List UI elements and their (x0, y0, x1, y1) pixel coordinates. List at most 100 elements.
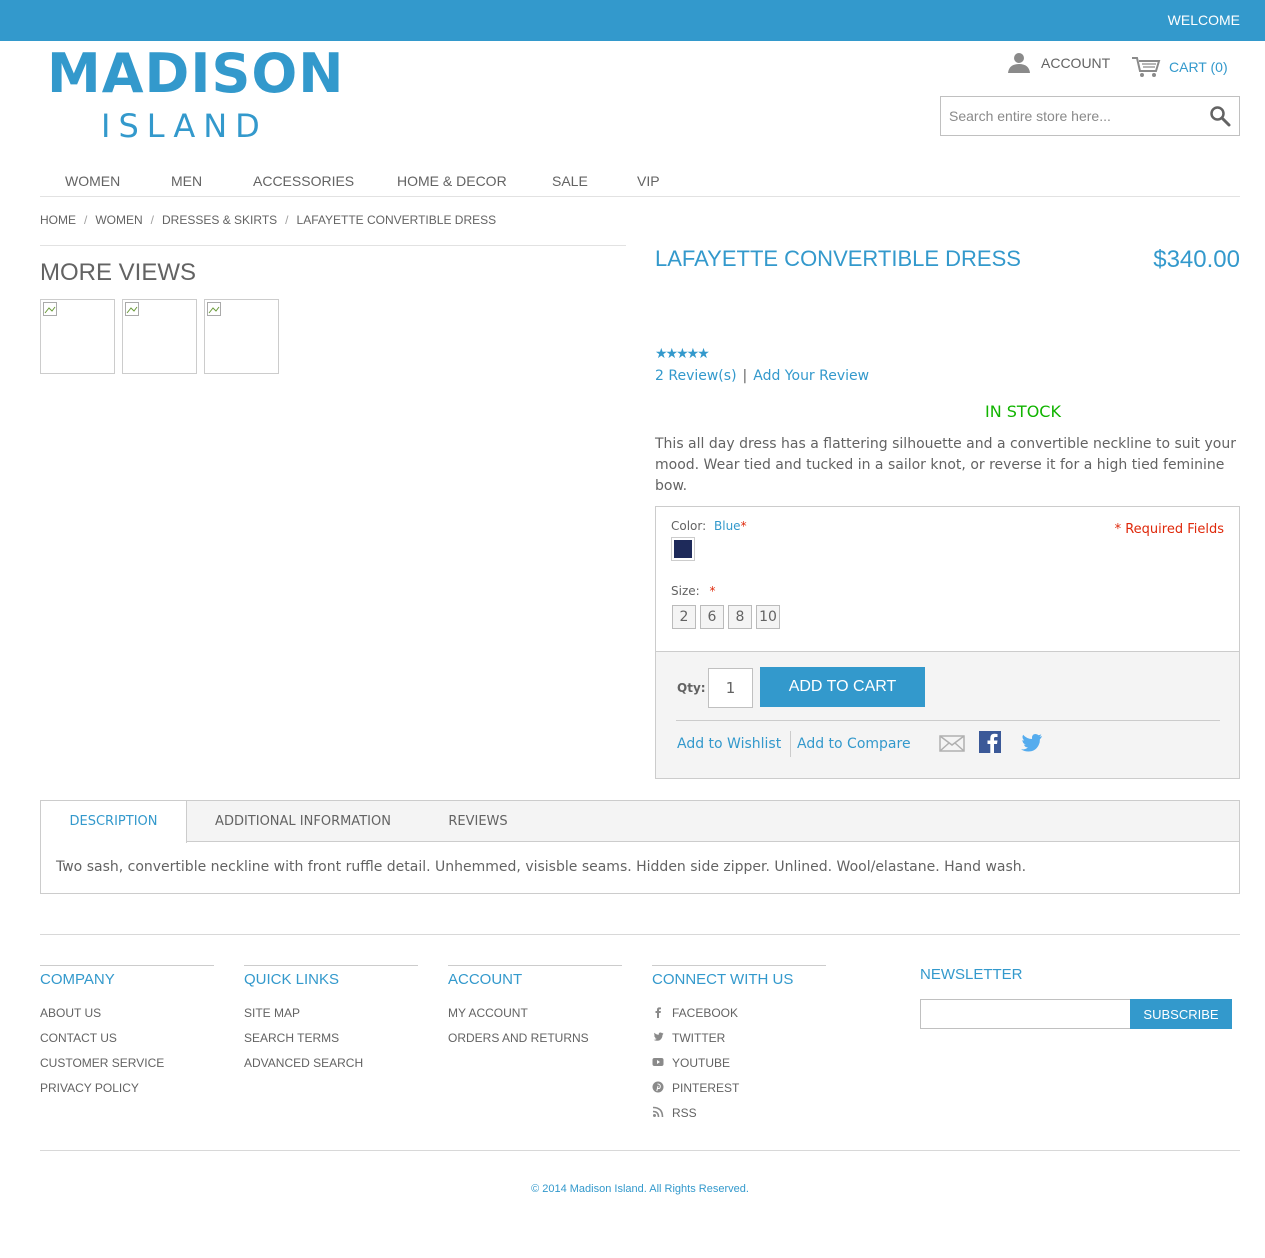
size-required-star: * (709, 584, 716, 598)
pinterest-icon (652, 1081, 664, 1093)
footer-company: COMPANY ABOUT US CONTACT US CUSTOMER SER… (40, 965, 214, 1101)
color-label: Color: (671, 519, 707, 533)
footer-quick-links-title: QUICK LINKS (244, 965, 418, 988)
footer-link-twitter[interactable]: TWITTER (652, 1026, 826, 1051)
size-option-8[interactable]: 8 (728, 605, 752, 629)
footer-link-facebook[interactable]: FACEBOOK (652, 1001, 826, 1026)
footer-link-site-map[interactable]: SITE MAP (244, 1001, 418, 1026)
add-to-cart-box: Qty: ADD TO CART Add to Wishlist Add to … (655, 651, 1240, 779)
newsletter-email-input[interactable] (920, 999, 1131, 1029)
breadcrumb-dresses-skirts[interactable]: DRESSES & SKIRTS (162, 213, 277, 227)
breadcrumb-women[interactable]: WOMEN (95, 213, 142, 227)
footer-pinterest-label: PINTEREST (672, 1081, 740, 1095)
thumbnail-1[interactable] (40, 299, 115, 374)
rss-icon (652, 1106, 664, 1118)
cart-link[interactable]: CART (0) (1131, 55, 1228, 79)
main-nav: WOMEN MEN ACCESSORIES HOME & DECOR SALE … (40, 162, 1240, 197)
thumbnail-3[interactable] (204, 299, 279, 374)
size-option-2[interactable]: 2 (672, 605, 696, 629)
reviews-count-link[interactable]: 2 Review(s) (655, 368, 737, 384)
breadcrumb: HOME / WOMEN / DRESSES & SKIRTS / LAFAYETTE CO… (40, 213, 497, 227)
footer-link-my-account[interactable]: MY ACCOUNT (448, 1001, 622, 1026)
reviews-separator: | (742, 368, 748, 384)
tab-reviews[interactable]: REVIEWS (419, 801, 537, 842)
rating-stars: ★★★★★ (655, 345, 710, 361)
footer-rss-label: RSS (672, 1106, 697, 1120)
top-bar: WELCOME (0, 0, 1265, 41)
size-option-10[interactable]: 10 (756, 605, 780, 629)
tab-additional-information[interactable]: ADDITIONAL INFORMATION (187, 801, 419, 842)
tab-bar: DESCRIPTION ADDITIONAL INFORMATION REVIE… (41, 801, 1239, 843)
thumbnail-2[interactable] (122, 299, 197, 374)
facebook-icon (655, 1007, 661, 1018)
search-icon[interactable] (1209, 105, 1231, 127)
nav-item-women[interactable]: WOMEN (65, 173, 120, 189)
site-logo[interactable]: MADISON ISLAND (47, 44, 343, 148)
reviews-links: 2 Review(s) | Add Your Review (655, 368, 869, 384)
add-to-compare-link[interactable]: Add to Compare (797, 736, 911, 752)
logo-sub-text: ISLAND (101, 107, 268, 145)
footer-link-about-us[interactable]: ABOUT US (40, 1001, 214, 1026)
footer-link-orders-returns[interactable]: ORDERS AND RETURNS (448, 1026, 622, 1051)
qty-input[interactable] (708, 668, 753, 708)
search-input[interactable] (941, 97, 1191, 135)
color-label-row: Color: Blue* (671, 519, 747, 533)
breadcrumb-home[interactable]: HOME (40, 213, 76, 227)
footer-link-search-terms[interactable]: SEARCH TERMS (244, 1026, 418, 1051)
breadcrumb-current: LAFAYETTE CONVERTIBLE DRESS (296, 213, 497, 227)
color-required-star: * (740, 519, 747, 533)
user-icon (1008, 53, 1030, 73)
account-label: ACCOUNT (1041, 55, 1111, 71)
footer-divider-bottom (40, 1150, 1240, 1151)
account-link[interactable]: ACCOUNT (1007, 52, 1110, 74)
newsletter-title: NEWSLETTER (920, 966, 1023, 983)
nav-item-home-decor[interactable]: HOME & DECOR (397, 173, 507, 189)
gallery-divider (40, 245, 626, 246)
footer-twitter-label: TWITTER (672, 1031, 726, 1045)
cart-label: CART (0) (1169, 59, 1228, 75)
footer-link-youtube[interactable]: YOUTUBE (652, 1051, 826, 1076)
footer-quick-links: QUICK LINKS SITE MAP SEARCH TERMS ADVANC… (244, 965, 418, 1076)
footer-link-rss[interactable]: RSS (652, 1101, 826, 1126)
footer-link-privacy-policy[interactable]: PRIVACY POLICY (40, 1076, 214, 1101)
twitter-icon[interactable] (1018, 731, 1044, 755)
footer-divider-top (40, 934, 1240, 935)
footer-account: ACCOUNT MY ACCOUNT ORDERS AND RETURNS (448, 965, 622, 1051)
nav-item-vip[interactable]: VIP (637, 173, 660, 189)
tab-description[interactable]: DESCRIPTION (41, 801, 187, 843)
nav-item-men[interactable]: MEN (171, 173, 202, 189)
email-icon[interactable] (939, 731, 965, 755)
cart-icon (1132, 57, 1161, 77)
tab-content-description: Two sash, convertible neckline with fron… (56, 859, 1027, 875)
qty-label: Qty: (677, 681, 706, 695)
subscribe-button[interactable]: SUBSCRIBE (1130, 999, 1232, 1029)
youtube-icon (652, 1058, 664, 1066)
footer-link-customer-service[interactable]: CUSTOMER SERVICE (40, 1051, 214, 1076)
size-label-row: Size: * (671, 584, 716, 598)
footer-link-contact-us[interactable]: CONTACT US (40, 1026, 214, 1051)
nav-item-accessories[interactable]: ACCESSORIES (253, 173, 354, 189)
nav-item-sale[interactable]: SALE (552, 173, 588, 189)
footer-link-advanced-search[interactable]: ADVANCED SEARCH (244, 1051, 418, 1076)
short-description: This all day dress has a flattering silh… (655, 436, 1236, 494)
welcome-text: WELCOME (1167, 12, 1240, 28)
footer-account-title: ACCOUNT (448, 965, 622, 988)
footer-link-pinterest[interactable]: PINTEREST (652, 1076, 826, 1101)
add-to-cart-button[interactable]: ADD TO CART (760, 667, 925, 707)
product-options: Color: Blue* * Required Fields Size: * 2… (655, 506, 1240, 652)
stock-status: IN STOCK (985, 402, 1061, 421)
color-swatch-blue[interactable] (671, 537, 695, 561)
footer-connect: CONNECT WITH US FACEBOOK TWITTER YOUTUBE… (652, 965, 826, 1126)
product-name: LAFAYETTE CONVERTIBLE DRESS (655, 246, 1021, 271)
facebook-icon[interactable] (978, 731, 1004, 755)
size-option-6[interactable]: 6 (700, 605, 724, 629)
footer-facebook-label: FACEBOOK (672, 1006, 739, 1020)
cart-divider (676, 720, 1220, 721)
footer-connect-title: CONNECT WITH US (652, 965, 826, 988)
more-views-title: MORE VIEWS (40, 259, 197, 286)
add-to-wishlist-link[interactable]: Add to Wishlist (677, 736, 781, 752)
size-label: Size: (671, 584, 700, 598)
search-box (940, 96, 1240, 136)
footer-company-title: COMPANY (40, 965, 214, 988)
add-review-link[interactable]: Add Your Review (753, 368, 869, 384)
